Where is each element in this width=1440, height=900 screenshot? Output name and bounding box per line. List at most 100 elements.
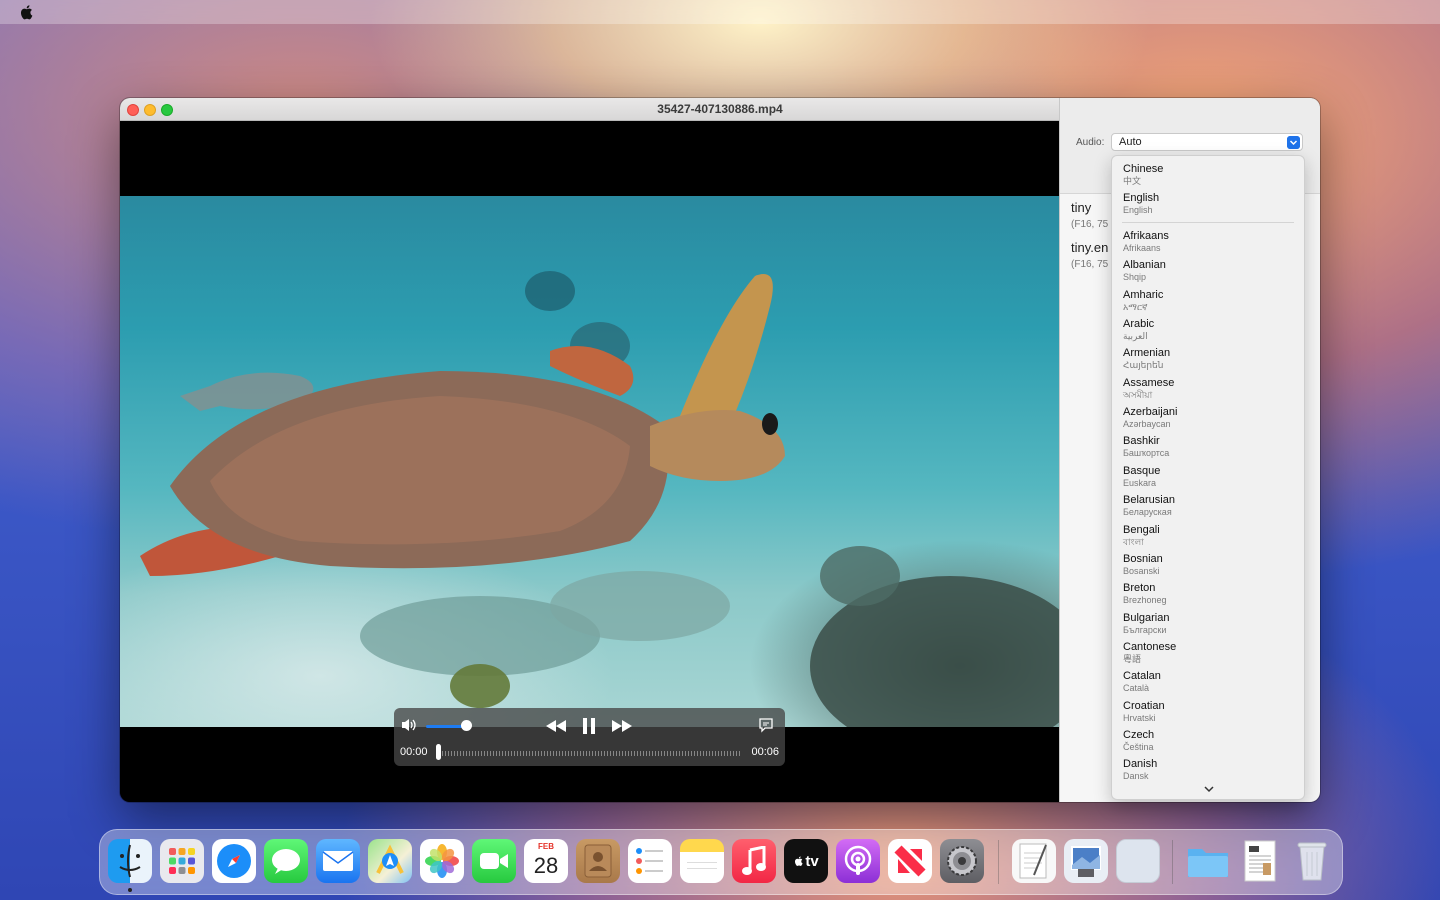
timeline-knob[interactable]: [436, 744, 441, 760]
language-option[interactable]: Catalan Català: [1123, 670, 1293, 694]
language-name: Danish: [1123, 758, 1158, 770]
generic-app-icon[interactable]: [1116, 839, 1160, 883]
language-name: Arabic: [1123, 318, 1155, 330]
system-settings-icon[interactable]: [940, 839, 984, 883]
language-option[interactable]: Chinese 中文: [1123, 163, 1293, 187]
rewind-icon[interactable]: [544, 718, 568, 734]
language-native-name: Brezhoneg: [1123, 595, 1167, 605]
language-name: Belarusian: [1123, 494, 1175, 506]
photos-icon[interactable]: [420, 839, 464, 883]
language-name: Bosnian: [1123, 553, 1163, 565]
language-name: Czech: [1123, 729, 1155, 741]
model-name: tiny: [1071, 200, 1092, 215]
language-native-name: Euskara: [1123, 478, 1157, 488]
volume-knob[interactable]: [461, 720, 472, 731]
document-icon[interactable]: [1238, 839, 1282, 883]
video-area[interactable]: 00:00 00:06: [120, 121, 1059, 802]
language-option[interactable]: Bosnian Bosanski: [1123, 553, 1293, 577]
language-option[interactable]: Czech Čeština: [1123, 729, 1293, 753]
audio-language-select[interactable]: Auto: [1111, 133, 1303, 151]
apple-tv-icon[interactable]: tv: [784, 839, 828, 883]
contacts-icon[interactable]: [576, 839, 620, 883]
language-option[interactable]: Belarusian Беларуская: [1123, 494, 1293, 518]
dock-separator: [1172, 840, 1173, 884]
language-name: Albanian: [1123, 259, 1166, 271]
textedit-icon[interactable]: [1012, 839, 1056, 883]
language-native-name: Afrikaans: [1123, 243, 1161, 253]
language-option[interactable]: Bengali বাংলা: [1123, 524, 1293, 548]
language-name: Croatian: [1123, 700, 1165, 712]
calendar-month: FEB: [538, 842, 554, 851]
language-name: Basque: [1123, 465, 1161, 477]
chevron-down-icon[interactable]: [1287, 136, 1300, 149]
language-option[interactable]: Azerbaijani Azərbaycan: [1123, 406, 1293, 430]
language-option[interactable]: Bashkir Башҡортса: [1123, 435, 1293, 459]
playback-controls: 00:00 00:06: [394, 708, 785, 766]
menu-bar: [0, 0, 1440, 24]
messages-icon[interactable]: [264, 839, 308, 883]
news-icon[interactable]: [888, 839, 932, 883]
preview-icon[interactable]: [1064, 839, 1108, 883]
language-option[interactable]: English English: [1123, 192, 1293, 216]
language-option[interactable]: Danish Dansk: [1123, 758, 1293, 782]
language-native-name: Shqip: [1123, 272, 1147, 282]
notes-icon[interactable]: [680, 839, 724, 883]
folder-icon[interactable]: [1186, 839, 1230, 883]
fast-forward-icon[interactable]: [610, 718, 634, 734]
language-native-name: Հայերեն: [1123, 360, 1164, 370]
volume-icon[interactable]: [400, 717, 418, 733]
launchpad-icon[interactable]: [160, 839, 204, 883]
running-indicator: [128, 888, 132, 892]
language-option[interactable]: Bulgarian Български: [1123, 612, 1293, 636]
language-option[interactable]: Basque Euskara: [1123, 465, 1293, 489]
music-icon[interactable]: [732, 839, 776, 883]
language-native-name: Hrvatski: [1123, 713, 1156, 723]
language-native-name: Čeština: [1123, 742, 1154, 752]
model-name: tiny.en: [1071, 240, 1109, 255]
model-detail: (F16, 75: [1071, 259, 1109, 270]
trash-icon[interactable]: [1290, 839, 1334, 883]
language-name: Afrikaans: [1123, 230, 1169, 242]
language-native-name: العربية: [1123, 331, 1148, 341]
language-option[interactable]: Afrikaans Afrikaans: [1123, 230, 1293, 254]
timeline-scrubber[interactable]: [436, 751, 742, 756]
model-item[interactable]: tiny (F16, 75: [1071, 200, 1108, 230]
language-option[interactable]: Assamese অসমীয়া: [1123, 377, 1293, 401]
podcasts-icon[interactable]: [836, 839, 880, 883]
apple-tv-label: tv: [805, 852, 819, 870]
language-native-name: অসমীয়া: [1123, 390, 1153, 400]
video-frame: [120, 196, 1059, 727]
language-option[interactable]: Croatian Hrvatski: [1123, 700, 1293, 724]
mail-icon[interactable]: [316, 839, 360, 883]
menu-separator: [1122, 222, 1294, 223]
facetime-icon[interactable]: [472, 839, 516, 883]
language-option[interactable]: Cantonese 粵語: [1123, 641, 1293, 665]
apple-icon[interactable]: [18, 3, 36, 21]
language-name: Breton: [1123, 582, 1156, 594]
language-option[interactable]: Albanian Shqip: [1123, 259, 1293, 283]
language-native-name: አማርኛ: [1123, 302, 1148, 312]
scroll-down-chevron-icon[interactable]: [1203, 784, 1215, 794]
audio-label: Audio:: [1076, 137, 1105, 148]
pause-icon[interactable]: [582, 717, 596, 735]
language-native-name: 中文: [1123, 176, 1142, 186]
maps-icon[interactable]: [368, 839, 412, 883]
language-option[interactable]: Armenian Հայերեն: [1123, 347, 1293, 371]
language-native-name: বাংলা: [1123, 537, 1144, 547]
language-option[interactable]: Breton Brezhoneg: [1123, 582, 1293, 606]
language-native-name: Башҡортса: [1123, 448, 1170, 458]
safari-icon[interactable]: [212, 839, 256, 883]
language-name: English: [1123, 192, 1160, 204]
model-item[interactable]: tiny.en (F16, 75: [1071, 240, 1108, 270]
calendar-icon[interactable]: FEB 28: [524, 839, 568, 883]
dock-separator: [998, 840, 999, 884]
language-native-name: Български: [1123, 625, 1167, 635]
language-option[interactable]: Arabic العربية: [1123, 318, 1293, 342]
subtitles-icon[interactable]: [758, 717, 774, 733]
turtle-scene: [140, 271, 1059, 727]
model-detail: (F16, 75: [1071, 219, 1109, 230]
language-name: Bashkir: [1123, 435, 1160, 447]
language-option[interactable]: Amharic አማርኛ: [1123, 289, 1293, 313]
finder-icon[interactable]: [108, 839, 152, 883]
reminders-icon[interactable]: [628, 839, 672, 883]
